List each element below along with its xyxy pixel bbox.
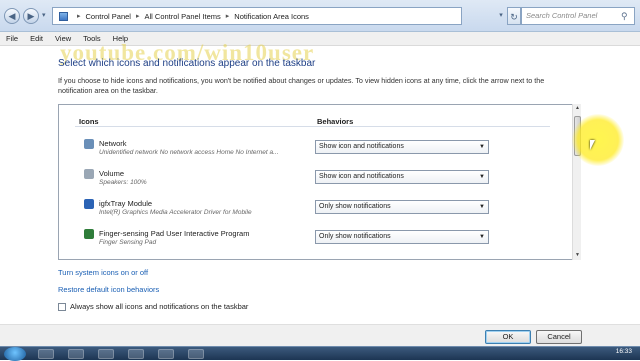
chevron-down-icon[interactable]: ▼ [479, 171, 485, 183]
menu-file[interactable]: File [6, 34, 18, 43]
behavior-select-value: Show icon and notifications [319, 143, 404, 150]
breadcrumb-separator-icon[interactable]: ▸ [136, 12, 140, 20]
taskbar-app-icon[interactable] [188, 349, 204, 359]
list-item-description: Unidentified network No network access H… [99, 149, 279, 156]
touchpad-icon [84, 229, 94, 239]
network-icon [84, 139, 94, 149]
cancel-button[interactable]: Cancel [536, 330, 582, 344]
breadcrumb-separator-icon[interactable]: ▸ [226, 12, 230, 20]
always-show-label[interactable]: Always show all icons and notifications … [70, 302, 248, 311]
list-item-name: igfxTray Module [99, 199, 153, 208]
speaker-icon [84, 169, 94, 179]
address-dropdown-icon[interactable]: ▾ [495, 7, 507, 25]
behavior-select-value: Only show notifications [319, 233, 391, 240]
intel-graphics-icon [84, 199, 94, 209]
taskbar: 16:33 [0, 346, 640, 361]
search-placeholder: Search Control Panel [526, 11, 598, 20]
page-title: Select which icons and notifications app… [58, 58, 316, 69]
list-item: Volume Speakers: 100% Show icon and noti… [59, 167, 559, 197]
breadcrumb-notification-area-icons[interactable]: Notification Area Icons [234, 12, 309, 21]
behavior-select[interactable]: Show icon and notifications ▼ [315, 170, 489, 184]
restore-defaults-link[interactable]: Restore default icon behaviors [58, 285, 159, 294]
list-item-description: Speakers: 100% [99, 179, 147, 186]
taskbar-app-icon[interactable] [158, 349, 174, 359]
behavior-select-value: Show icon and notifications [319, 173, 404, 180]
chevron-down-icon[interactable]: ▼ [479, 201, 485, 213]
scroll-down-icon[interactable]: ▼ [573, 251, 582, 260]
breadcrumb-control-panel[interactable]: Control Panel [86, 12, 131, 21]
behavior-select[interactable]: Show icon and notifications ▼ [315, 140, 489, 154]
chevron-down-icon[interactable]: ▼ [479, 231, 485, 243]
list-item: Finger-sensing Pad User Interactive Prog… [59, 227, 559, 257]
list-item-name: Volume [99, 169, 125, 178]
taskbar-app-icon[interactable] [98, 349, 114, 359]
behavior-select-value: Only show notifications [319, 203, 391, 210]
start-orb-icon[interactable] [4, 347, 26, 361]
scroll-up-icon[interactable]: ▲ [573, 104, 582, 113]
page-description: If you choose to hide icons and notifica… [58, 76, 545, 95]
breadcrumb[interactable]: ▸ Control Panel ▸ All Control Panel Item… [52, 7, 462, 25]
list-item: Network Unidentified network No network … [59, 137, 559, 167]
behavior-select[interactable]: Only show notifications ▼ [315, 200, 489, 214]
behaviors-column-header: Behaviors [317, 117, 354, 126]
refresh-button[interactable]: ↻ [507, 7, 521, 25]
cursor-highlight [572, 114, 624, 166]
breadcrumb-all-items[interactable]: All Control Panel Items [144, 12, 220, 21]
turn-system-icons-link[interactable]: Turn system icons on or off [58, 268, 148, 277]
address-bar-row: ◀ ▶ ▾ ▸ Control Panel ▸ All Control Pane… [0, 0, 640, 32]
always-show-checkbox[interactable] [58, 302, 66, 311]
list-item: igfxTray Module Intel(R) Graphics Media … [59, 197, 559, 227]
control-panel-icon [59, 11, 68, 21]
breadcrumb-separator-icon[interactable]: ▸ [77, 12, 81, 20]
search-input[interactable]: Search Control Panel ⚲ [521, 7, 635, 25]
list-item-description: Finger Sensing Pad [99, 239, 157, 246]
taskbar-app-icon[interactable] [128, 349, 144, 359]
list-item-name: Network [99, 139, 127, 148]
control-panel-window: ◀ ▶ ▾ ▸ Control Panel ▸ All Control Pane… [0, 0, 640, 361]
header-divider [75, 126, 550, 127]
forward-button[interactable]: ▶ [23, 8, 39, 24]
behavior-select[interactable]: Only show notifications ▼ [315, 230, 489, 244]
taskbar-app-icon[interactable] [38, 349, 54, 359]
recent-pages-dropdown-icon[interactable]: ▾ [42, 12, 50, 20]
ok-button[interactable]: OK [485, 330, 531, 344]
mouse-cursor-icon [590, 140, 595, 150]
back-button[interactable]: ◀ [4, 8, 20, 24]
dialog-button-bar: OK Cancel [0, 324, 640, 346]
chevron-down-icon[interactable]: ▼ [479, 141, 485, 153]
always-show-row: Always show all icons and notifications … [58, 302, 248, 311]
taskbar-clock[interactable]: 16:33 [616, 348, 632, 355]
icons-behaviors-list: Icons Behaviors Network Unidentified net… [58, 104, 581, 260]
menu-edit[interactable]: Edit [30, 34, 43, 43]
list-item-name: Finger-sensing Pad User Interactive Prog… [99, 229, 250, 238]
icons-column-header: Icons [79, 117, 99, 126]
taskbar-app-icon[interactable] [68, 349, 84, 359]
search-icon[interactable]: ⚲ [621, 11, 631, 21]
list-item-description: Intel(R) Graphics Media Accelerator Driv… [99, 209, 252, 216]
